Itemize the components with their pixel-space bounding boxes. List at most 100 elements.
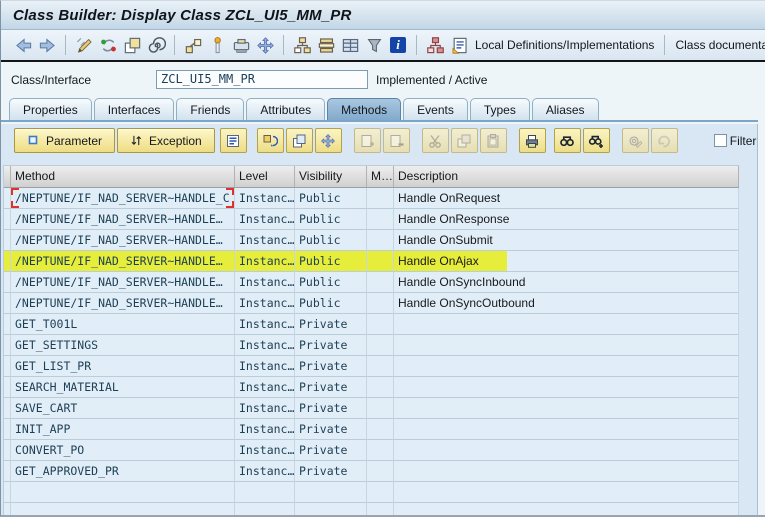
sort-button[interactable] [219, 128, 247, 153]
cell-level[interactable]: Instanc… [235, 293, 295, 314]
row-gutter[interactable] [4, 482, 11, 503]
find-button[interactable] [553, 128, 581, 153]
row-gutter[interactable] [4, 230, 11, 251]
tab-events[interactable]: Events [403, 98, 468, 120]
cell-visibility[interactable]: Private [295, 377, 367, 398]
table-row[interactable] [4, 482, 739, 503]
tab-attributes[interactable]: Attributes [246, 98, 326, 120]
table-row[interactable]: GET_SETTINGS Instanc… Private [4, 335, 739, 356]
cell-level[interactable]: Instanc… [235, 356, 295, 377]
cell-m[interactable] [367, 188, 394, 209]
cell-visibility[interactable]: Private [295, 314, 367, 335]
cell-method[interactable]: GET_SETTINGS [11, 335, 235, 356]
cell-level[interactable]: Instanc… [235, 440, 295, 461]
cell-description[interactable] [394, 419, 739, 440]
cell-visibility[interactable]: Public [295, 188, 367, 209]
tab-friends[interactable]: Friends [176, 98, 245, 120]
cell-visibility[interactable]: Public [295, 209, 367, 230]
cell-description[interactable] [394, 503, 739, 515]
cell-visibility[interactable]: Private [295, 419, 367, 440]
stack-icon[interactable] [316, 35, 336, 55]
navigation-button[interactable] [314, 128, 342, 153]
cell-visibility[interactable] [295, 482, 367, 503]
cell-description[interactable]: Handle OnSyncOutbound [394, 293, 739, 314]
tab-methods[interactable]: Methods [327, 98, 402, 120]
cell-m[interactable] [367, 356, 394, 377]
cell-m[interactable] [367, 335, 394, 356]
local-definitions-icon[interactable] [449, 35, 469, 55]
cell-m[interactable] [367, 251, 394, 272]
cell-description[interactable] [394, 335, 739, 356]
cell-method[interactable]: GET_T001L [11, 314, 235, 335]
parameter-button[interactable]: Parameter [14, 128, 116, 153]
cell-level[interactable]: Instanc… [235, 314, 295, 335]
row-gutter[interactable] [4, 419, 11, 440]
cell-visibility[interactable]: Public [295, 230, 367, 251]
row-gutter[interactable] [4, 335, 11, 356]
cell-level[interactable] [235, 503, 295, 515]
class-interface-input[interactable]: ZCL_UI5_MM_PR [156, 70, 368, 89]
row-gutter[interactable] [4, 377, 11, 398]
cell-m[interactable] [367, 398, 394, 419]
cell-m[interactable] [367, 293, 394, 314]
forward-icon[interactable] [37, 35, 57, 55]
table-row[interactable]: /NEPTUNE/IF_NAD_SERVER~HANDLE… Instanc… Pu… [4, 251, 739, 272]
table-row[interactable]: SEARCH_MATERIAL Instanc… Private [4, 377, 739, 398]
table-row[interactable]: GET_APPROVED_PR Instanc… Private [4, 461, 739, 482]
cell-level[interactable]: Instanc… [235, 251, 295, 272]
cell-description[interactable]: Handle OnRequest [394, 188, 739, 209]
cell-level[interactable]: Instanc… [235, 335, 295, 356]
cell-m[interactable] [367, 377, 394, 398]
cell-visibility[interactable]: Private [295, 440, 367, 461]
cell-method[interactable]: /NEPTUNE/IF_NAD_SERVER~HANDLE… [11, 230, 235, 251]
cell-description[interactable]: Handle OnSyncInbound [394, 272, 739, 293]
cell-method[interactable]: SAVE_CART [11, 398, 235, 419]
table-row[interactable] [4, 503, 739, 515]
cell-method[interactable]: /NEPTUNE/IF_NAD_SERVER~HANDLE_C [11, 188, 235, 209]
table-row[interactable]: /NEPTUNE/IF_NAD_SERVER~HANDLE… Instanc… Pu… [4, 293, 739, 314]
cell-level[interactable]: Instanc… [235, 209, 295, 230]
row-gutter[interactable] [4, 398, 11, 419]
cell-visibility[interactable]: Private [295, 356, 367, 377]
cell-visibility[interactable]: Public [295, 251, 367, 272]
cell-level[interactable]: Instanc… [235, 230, 295, 251]
cell-m[interactable] [367, 209, 394, 230]
cell-m[interactable] [367, 230, 394, 251]
cell-description[interactable]: Handle OnSubmit [394, 230, 739, 251]
column-header-m[interactable]: M… [367, 166, 394, 187]
cell-level[interactable]: Instanc… [235, 419, 295, 440]
tab-aliases[interactable]: Aliases [531, 98, 599, 120]
cell-method[interactable]: /NEPTUNE/IF_NAD_SERVER~HANDLE… [11, 272, 235, 293]
cell-level[interactable] [235, 482, 295, 503]
cell-description[interactable] [394, 482, 739, 503]
exception-button[interactable]: Exception [117, 128, 215, 153]
cell-visibility[interactable] [295, 503, 367, 515]
filter-checkbox[interactable]: Filter [713, 134, 756, 148]
row-gutter[interactable] [4, 251, 11, 272]
info-icon[interactable]: i [388, 35, 408, 55]
cell-m[interactable] [367, 440, 394, 461]
table-row[interactable]: /NEPTUNE/IF_NAD_SERVER~HANDLE_C Instanc… P… [4, 188, 739, 209]
cell-m[interactable] [367, 482, 394, 503]
cell-method[interactable]: SEARCH_MATERIAL [11, 377, 235, 398]
display-change-pencil-icon[interactable] [74, 35, 94, 55]
column-header-method[interactable]: Method [11, 166, 235, 187]
swap-entries-button[interactable] [256, 128, 284, 153]
cell-level[interactable]: Instanc… [235, 398, 295, 419]
row-gutter[interactable] [4, 440, 11, 461]
row-gutter[interactable] [4, 188, 11, 209]
column-header-description[interactable]: Description [394, 166, 739, 187]
row-gutter[interactable] [4, 356, 11, 377]
cell-method[interactable]: /NEPTUNE/IF_NAD_SERVER~HANDLE… [11, 251, 235, 272]
cell-method[interactable] [11, 482, 235, 503]
pretty-printer-icon[interactable] [231, 35, 251, 55]
cell-description[interactable] [394, 398, 739, 419]
cell-visibility[interactable]: Private [295, 398, 367, 419]
cell-description[interactable]: Handle OnAjax [394, 251, 739, 272]
cell-m[interactable] [367, 503, 394, 515]
local-definitions-button[interactable]: Local Definitions/Implementations [475, 38, 654, 52]
column-header-level[interactable]: Level [235, 166, 295, 187]
table-row[interactable]: SAVE_CART Instanc… Private [4, 398, 739, 419]
activate-icon[interactable] [207, 35, 227, 55]
row-gutter[interactable] [4, 314, 11, 335]
